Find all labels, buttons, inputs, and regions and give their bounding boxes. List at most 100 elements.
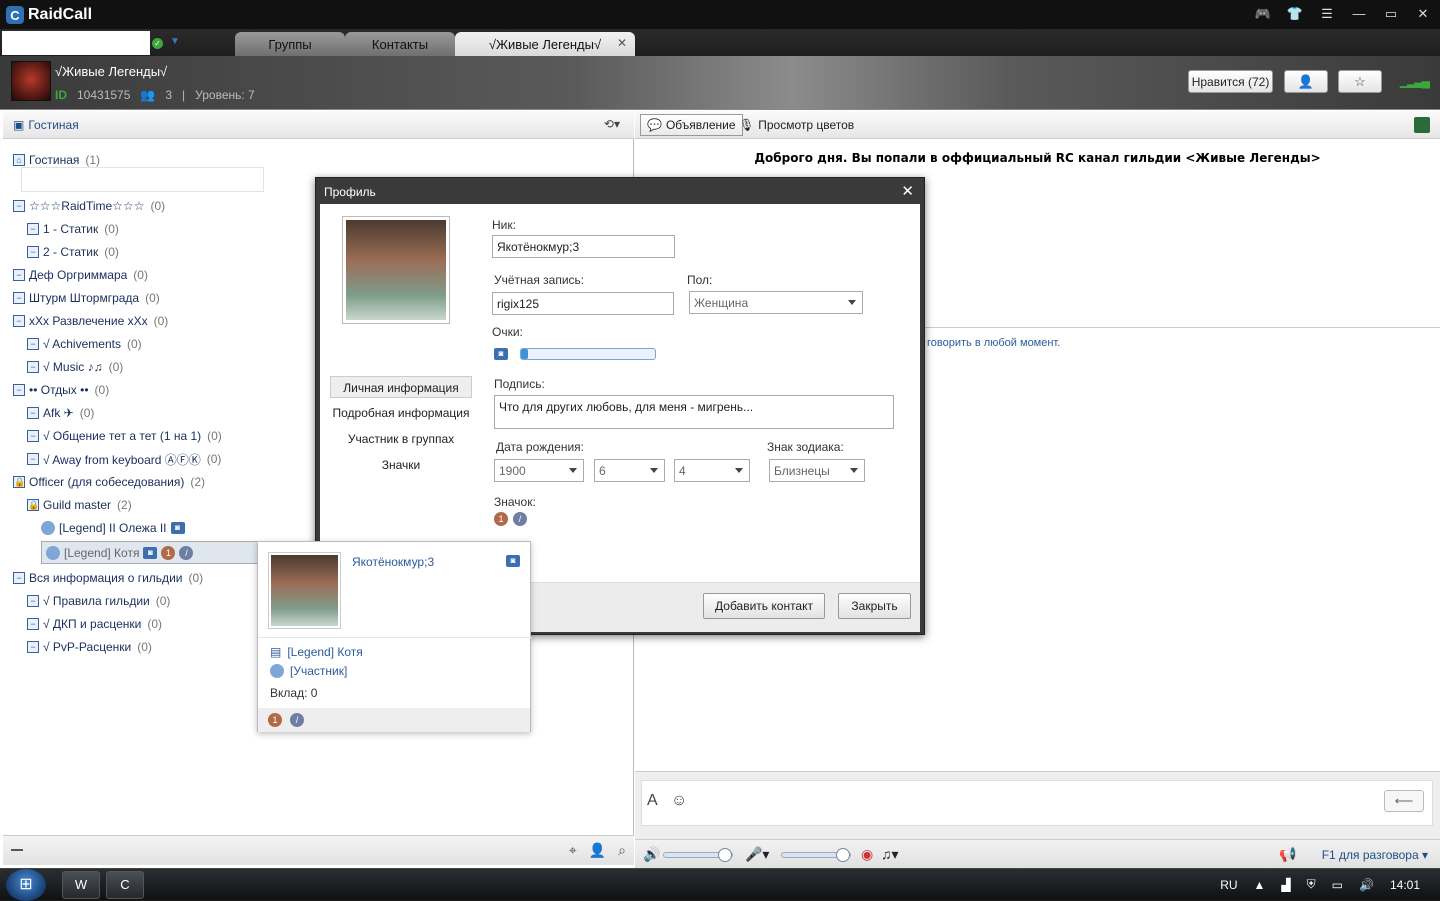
channel-label: Штурм Штормграда bbox=[29, 291, 140, 305]
join-group-button[interactable]: 👤 bbox=[1284, 70, 1328, 93]
channel-options-icon[interactable]: ⟲▾ bbox=[604, 117, 620, 131]
ptt-label: F1 для разговора bbox=[1321, 848, 1419, 862]
status-dropdown-icon[interactable]: ▼ bbox=[170, 36, 180, 47]
online-status-icon[interactable]: ✓ bbox=[152, 38, 163, 49]
like-button[interactable]: Нравится (72) bbox=[1188, 70, 1273, 93]
close-profile-button[interactable]: Закрыть bbox=[838, 593, 911, 619]
card-nick[interactable]: Якотёнокмур;3 bbox=[352, 555, 434, 569]
tray-expand-icon[interactable]: ▲ bbox=[1254, 878, 1266, 892]
nav-personal-info[interactable]: Личная информация bbox=[330, 376, 472, 398]
profile-close-icon[interactable]: ✕ bbox=[901, 182, 914, 200]
home-icon: ⌂ bbox=[13, 154, 25, 166]
channel-toolbar: ▣ Гостиная ⟲▾ bbox=[3, 111, 634, 139]
taskbar-wow-icon[interactable]: W bbox=[62, 871, 100, 899]
search-icon[interactable]: ⌕ bbox=[618, 842, 626, 859]
nick-field[interactable]: Якотёнокмур;3 bbox=[492, 235, 675, 258]
close-button[interactable]: ✕ bbox=[1414, 6, 1432, 22]
speaker-icon[interactable]: 🔊 bbox=[643, 846, 660, 863]
birth-year-select[interactable]: 1900 bbox=[494, 459, 584, 482]
maximize-button[interactable]: ▭ bbox=[1382, 6, 1400, 22]
collapse-icon[interactable] bbox=[11, 849, 23, 851]
menu-icon[interactable]: ☰ bbox=[1318, 6, 1336, 22]
music-icon[interactable]: ♫▾ bbox=[881, 846, 899, 863]
channel-row[interactable]: − Штурм Штормграда (0) bbox=[13, 287, 160, 309]
channel-icon: − bbox=[27, 618, 39, 630]
channel-row[interactable]: 🔒 Officer (для собеседования) (2) bbox=[13, 471, 205, 493]
lobby-tab[interactable]: ▣ Гостиная bbox=[13, 118, 79, 132]
channel-row[interactable]: − xXx Развлечение xXx (0) bbox=[13, 310, 168, 332]
minimize-button[interactable]: — bbox=[1350, 6, 1368, 22]
taskbar-raidcall-icon[interactable]: C bbox=[106, 871, 144, 899]
view-colors-label: Просмотр цветов bbox=[758, 118, 855, 132]
birth-day-select[interactable]: 4 bbox=[674, 459, 750, 482]
card-name[interactable]: [Legend] Котя bbox=[287, 645, 362, 659]
announcement-tab[interactable]: 💬 Объявление bbox=[640, 114, 743, 136]
network-icon[interactable]: ▟ bbox=[1281, 878, 1290, 892]
chevron-down-icon bbox=[848, 300, 856, 305]
account-field[interactable]: rigix125 bbox=[492, 292, 674, 315]
zodiac-select[interactable]: Близнецы bbox=[769, 459, 865, 482]
channel-row[interactable]: −2 - Статик (0) bbox=[27, 241, 119, 263]
birth-month-select[interactable]: 6 bbox=[594, 459, 665, 482]
divider bbox=[258, 637, 532, 638]
slider-knob[interactable] bbox=[718, 848, 732, 862]
channel-row[interactable]: − Вся информация о гильдии (0) bbox=[13, 567, 203, 589]
tab-groups[interactable]: Группы bbox=[235, 32, 345, 56]
view-colors-button[interactable]: 🎙 Просмотр цветов bbox=[739, 118, 854, 132]
nav-detailed-info[interactable]: Подробная информация bbox=[330, 402, 472, 424]
channel-row[interactable]: − √ PvP-Расценки (0) bbox=[27, 636, 152, 658]
tab-contacts[interactable]: Контакты bbox=[345, 32, 455, 56]
emoji-icon[interactable]: ☺ bbox=[671, 792, 687, 810]
gender-select[interactable]: Женщина bbox=[689, 291, 863, 314]
channel-row[interactable]: − Afk ✈ (0) bbox=[27, 402, 94, 424]
shield-icon[interactable]: ⛨ bbox=[1307, 877, 1316, 892]
search-input[interactable] bbox=[2, 31, 150, 55]
card-role[interactable]: [Участник] bbox=[290, 664, 347, 678]
channel-row[interactable]: − •• Отдых •• (0) bbox=[13, 379, 109, 401]
channel-count: (0) bbox=[145, 291, 160, 305]
slider-knob[interactable] bbox=[836, 848, 850, 862]
channel-row[interactable]: ⌂ Гостиная (1) bbox=[13, 149, 100, 171]
signature-field[interactable]: Что для других любовь, для меня - мигрен… bbox=[494, 395, 894, 429]
favorite-button[interactable]: ☆ bbox=[1338, 70, 1382, 93]
font-icon[interactable]: A bbox=[647, 792, 658, 810]
channel-row[interactable]: − √ Music ♪♫ (0) bbox=[27, 356, 123, 378]
game-overlay-icon[interactable]: 🎮 bbox=[1254, 6, 1272, 22]
add-contact-button[interactable]: Добавить контакт bbox=[703, 593, 825, 619]
tab-group-live-legends[interactable]: √Живые Легенды√ ✕ bbox=[455, 32, 635, 56]
megaphone-icon[interactable]: 📢 bbox=[1279, 846, 1296, 863]
user-icon[interactable]: 👤 bbox=[589, 842, 606, 859]
mic-icon[interactable]: 🎤▾ bbox=[745, 846, 769, 863]
channel-label: Вся информация о гильдии bbox=[29, 571, 183, 585]
channel-row[interactable]: − Деф Оргриммара (0) bbox=[13, 264, 148, 286]
language-indicator[interactable]: RU bbox=[1220, 878, 1237, 892]
channel-row[interactable]: − √ Away from keyboard ⒶⒻⓀ (0) bbox=[27, 448, 221, 470]
channel-row[interactable]: − ☆☆☆RaidTime☆☆☆ (0) bbox=[13, 195, 165, 217]
channel-icon: − bbox=[27, 453, 39, 465]
mic-volume-slider[interactable] bbox=[781, 848, 851, 862]
speaker-volume-slider[interactable] bbox=[663, 848, 733, 862]
channel-row[interactable]: − √ Общение тет а тет (1 на 1) (0) bbox=[27, 425, 222, 447]
volume-icon[interactable]: 🔊 bbox=[1359, 878, 1374, 892]
user-row[interactable]: [Legend] II Олежа II ◙ bbox=[41, 517, 185, 539]
push-to-talk-setting[interactable]: F1 для разговора ▾ bbox=[1322, 848, 1428, 862]
record-icon[interactable]: ◉ bbox=[861, 846, 873, 863]
send-button[interactable]: ⟵ bbox=[1384, 790, 1424, 812]
nav-badges[interactable]: Значки bbox=[330, 454, 472, 476]
nav-group-membership[interactable]: Участник в группах bbox=[330, 428, 472, 450]
channel-row[interactable]: − √ Правила гильдии (0) bbox=[27, 590, 170, 612]
channel-row[interactable]: − √ Achivements (0) bbox=[27, 333, 142, 355]
location-icon[interactable]: ⌖ bbox=[569, 842, 577, 859]
channel-row[interactable]: − √ ДКП и расценки (0) bbox=[27, 613, 162, 635]
chat-input[interactable] bbox=[641, 780, 1433, 826]
star-icon: ☆ bbox=[1354, 73, 1366, 89]
tab-close-icon[interactable]: ✕ bbox=[617, 36, 627, 50]
clock[interactable]: 14:01 bbox=[1390, 878, 1420, 892]
start-button[interactable]: ⊞ bbox=[6, 869, 46, 901]
calendar-icon[interactable] bbox=[1414, 117, 1430, 133]
user-row[interactable]: [Legend] Котя ◙ 1/ bbox=[41, 541, 258, 564]
channel-row[interactable]: −1 - Статик (0) bbox=[27, 218, 119, 240]
skin-icon[interactable]: 👕 bbox=[1286, 6, 1304, 22]
monitor-icon[interactable]: ▭ bbox=[1332, 878, 1343, 892]
channel-row[interactable]: 🔒 Guild master (2) bbox=[27, 494, 132, 516]
